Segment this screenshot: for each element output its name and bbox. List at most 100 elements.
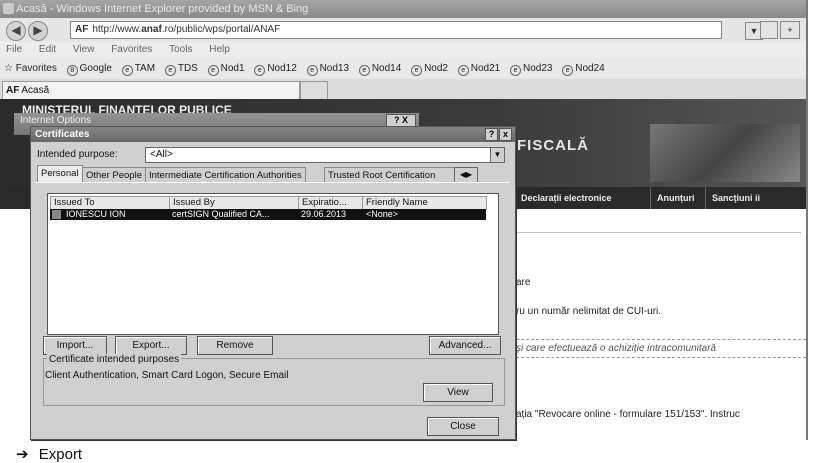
chevron-down-icon: ▼ <box>490 148 504 162</box>
intended-purpose-select[interactable]: <All> ▼ <box>145 147 505 163</box>
purposes-label: Certificate intended purposes <box>47 354 182 365</box>
banner-image <box>650 124 800 182</box>
menu-help[interactable]: Help <box>209 44 230 55</box>
fav-label: TAM <box>134 63 156 74</box>
intended-purpose-value: <All> <box>150 149 173 160</box>
page-text-line: ru un număr nelimitat de CUI-uri. <box>516 306 662 317</box>
nav-declaratii[interactable]: Declarații electronice <box>514 187 618 209</box>
cell-issued-by: certSIGN Qualified CA... <box>172 209 270 219</box>
ie-page-icon: e <box>358 65 370 76</box>
column-friendly-name[interactable]: Friendly Name <box>362 196 487 210</box>
fav-nod13[interactable]: e Nod13 <box>306 58 349 79</box>
address-bar[interactable]: AF http://www.anaf.ro/public/wps/portal/A… <box>70 21 763 40</box>
site-logo-icon: AF <box>75 24 89 35</box>
banner-title: FISCALĂ <box>517 137 589 154</box>
remove-button[interactable]: Remove <box>197 336 273 355</box>
divider <box>516 357 806 359</box>
fav-label: Nod1 <box>220 63 245 74</box>
tab-acasa[interactable]: AF Acasă <box>2 81 300 99</box>
stop-icon[interactable]: + <box>780 21 800 39</box>
ie-page-icon: e <box>207 65 219 76</box>
menu-favorites[interactable]: Favorites <box>111 44 152 55</box>
fav-nod21[interactable]: e Nod21 <box>457 58 500 79</box>
tab-scroll-arrows[interactable]: ◀▶ <box>454 167 478 183</box>
google-icon: 8 <box>66 65 78 76</box>
forward-button[interactable]: ▶ <box>28 21 48 41</box>
ie-page-icon: e <box>306 65 318 76</box>
menu-file[interactable]: File <box>6 44 22 55</box>
page-text-line: ația "Revocare online - formulare 151/15… <box>516 409 740 420</box>
table-row[interactable]: IONESCU ION certSIGN Qualified CA... 29.… <box>50 209 486 220</box>
fav-nod23[interactable]: e Nod23 <box>510 58 552 79</box>
column-expiration[interactable]: Expiratio... <box>298 196 365 210</box>
nav-anunturi[interactable]: Anunțuri <box>650 187 701 209</box>
back-button[interactable]: ◀ <box>6 21 26 41</box>
close-icon[interactable]: x <box>499 128 512 141</box>
column-issued-to[interactable]: Issued To <box>50 196 172 210</box>
navigation-bar: ◀ ▶ AF http://www.anaf.ro/public/wps/port… <box>0 18 806 42</box>
page-text-line: și care efectuează o achiziție intracomu… <box>516 343 717 354</box>
import-button[interactable]: Import... <box>43 336 107 355</box>
favorites-bar: ☆ Favorites 8 Google e TAM e TDS e Nod1 e Nod… <box>0 58 806 80</box>
certificate-list: Issued To Issued By Expiratio... Friendl… <box>47 193 499 335</box>
tab-personal[interactable]: Personal <box>37 165 83 183</box>
certificates-title: Certificates <box>35 129 90 140</box>
tab-trusted-root[interactable]: Trusted Root Certification <box>324 167 460 183</box>
tab-intermediate-ca[interactable]: Intermediate Certification Authorities <box>145 167 306 183</box>
close-button[interactable]: Close <box>427 417 499 436</box>
favorites-label: Favorites <box>15 63 57 74</box>
fav-label: Google <box>79 63 112 74</box>
page-text-line: are <box>516 277 531 288</box>
ie-page-icon: e <box>510 65 521 76</box>
favorites-button[interactable]: ☆ Favorites <box>4 58 57 79</box>
ie-page-icon: e <box>164 65 176 76</box>
cell-friendly-name: <None> <box>366 209 399 219</box>
certificate-icon <box>52 210 61 219</box>
url-suffix: .ro/public/wps/portal/ANAF <box>161 24 281 35</box>
purposes-value: Client Authentication, Smart Card Logon,… <box>45 370 289 381</box>
arrow-right-icon: ➔ <box>16 446 29 463</box>
ie-page-icon: e <box>411 65 423 76</box>
fav-tds[interactable]: e TDS <box>164 58 198 79</box>
fav-nod12[interactable]: e Nod12 <box>254 58 297 79</box>
fav-nod1[interactable]: e Nod1 <box>207 58 245 79</box>
fav-tam[interactable]: e TAM <box>121 58 156 79</box>
fav-label: Nod23 <box>523 63 553 74</box>
fav-label: TDS <box>177 63 198 74</box>
site-logo-icon: AF <box>6 85 20 96</box>
divider <box>516 339 806 341</box>
refresh-icon[interactable] <box>760 21 778 39</box>
menu-bar: File Edit View Favorites Tools Help <box>0 42 806 58</box>
ie-icon <box>3 3 14 14</box>
new-tab-button[interactable] <box>300 81 328 99</box>
tab-panel-border <box>35 182 509 183</box>
fav-nod24[interactable]: e Nod24 <box>562 58 605 79</box>
advanced-button[interactable]: Advanced... <box>429 336 501 355</box>
menu-view[interactable]: View <box>73 44 95 55</box>
fav-nod2[interactable]: e Nod2 <box>411 58 448 79</box>
ie-page-icon: e <box>457 65 469 76</box>
view-button[interactable]: View <box>423 383 493 402</box>
fav-nod14[interactable]: e Nod14 <box>358 58 401 79</box>
help-button[interactable]: ? <box>485 128 498 141</box>
fav-label: Nod24 <box>575 63 605 74</box>
column-issued-by[interactable]: Issued By <box>169 196 301 210</box>
browser-title: Acasă - Windows Internet Explorer provid… <box>16 3 309 15</box>
nav-sanctiuni[interactable]: Sancțiuni ii <box>705 187 766 209</box>
ie-page-icon: e <box>562 65 574 76</box>
cell-issued-to: IONESCU ION <box>66 209 126 219</box>
cell-expiration: 29.06.2013 <box>301 209 347 219</box>
certificates-title-bar: Certificates ? x <box>31 127 515 142</box>
tab-bar: AF Acasă <box>0 79 806 99</box>
fav-label: Nod12 <box>267 63 297 74</box>
caption-text: Export <box>38 446 83 463</box>
certificates-dialog: Certificates ? x Intended purpose: <All>… <box>30 126 516 440</box>
export-button[interactable]: Export... <box>115 336 187 355</box>
menu-tools[interactable]: Tools <box>169 44 192 55</box>
menu-edit[interactable]: Edit <box>39 44 56 55</box>
fav-label: Nod2 <box>424 63 448 74</box>
url-prefix: http://www. <box>92 24 142 35</box>
tab-other-people[interactable]: Other People <box>82 167 146 183</box>
browser-title-bar: Acasă - Windows Internet Explorer provid… <box>0 0 806 18</box>
fav-google[interactable]: 8 Google <box>66 58 112 79</box>
